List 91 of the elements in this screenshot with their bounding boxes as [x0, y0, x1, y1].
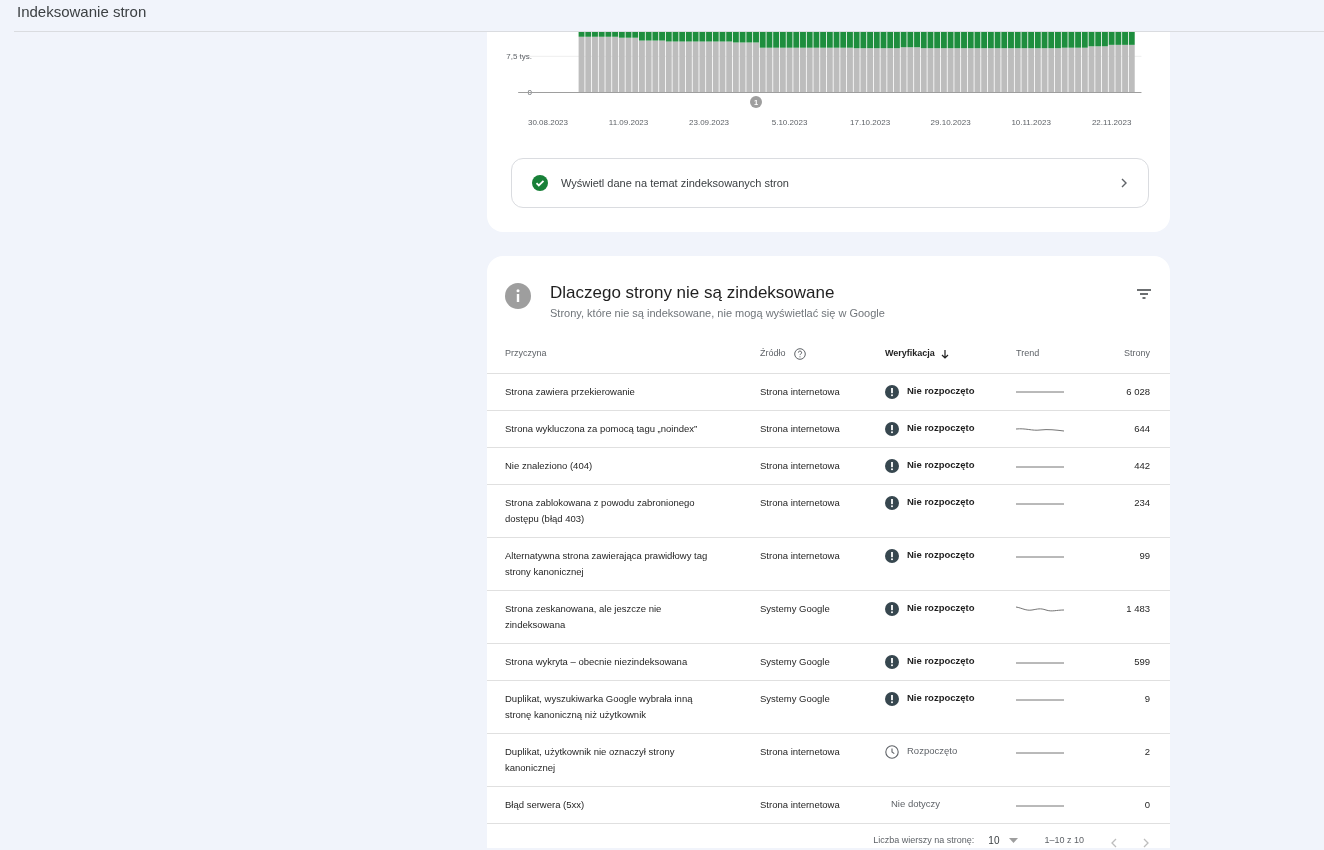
pages-count: 6 028 [1126, 385, 1150, 397]
pages-count: 599 [1134, 655, 1150, 667]
info-icon [505, 283, 531, 309]
reason-text: Nie znaleziono (404) [505, 458, 594, 473]
reason-text: Duplikat, użytkownik nie oznaczył strony kanonicznej [505, 744, 676, 775]
exclamation-circle-icon [885, 691, 899, 706]
exclamation-circle-icon [885, 654, 899, 669]
sort-down-arrow-icon [940, 349, 949, 359]
x-tick-label: 5.10.2023 [771, 118, 808, 127]
exclamation-circle-icon [885, 384, 899, 399]
exclamation-circle-icon [885, 458, 899, 473]
table-row[interactable]: Strona zeskanowana, ale jeszcze nie zindeksowana Systemy Google Nie rozpoczęto 1 483 [487, 590, 1170, 644]
check-circle-icon [532, 175, 548, 191]
reason-text: Strona zablokowana z powodu zabronionego dostępu (błąd 403) [505, 495, 696, 526]
x-tick-label: 23.09.2023 [689, 118, 730, 127]
card-title: Dlaczego strony nie są zindeksowane [550, 282, 836, 304]
filter-icon [1137, 289, 1151, 299]
table-row[interactable]: Strona zawiera przekierowanie Strona internetowa Nie rozpoczęto 6 028 [487, 373, 1170, 411]
table-row[interactable]: Błąd serwera (5xx) Strona internetowa Nie dotyczy 0 [487, 786, 1170, 824]
chevron-right-icon [1120, 178, 1128, 188]
table-row[interactable]: Strona wykryta – obecnie niezindeksowana Systemy Google Nie rozpoczęto 599 [487, 643, 1170, 681]
source-text: Systemy Google [760, 692, 830, 704]
reason-text: Strona zawiera przekierowanie [505, 384, 636, 399]
source-text: Strona internetowa [760, 496, 840, 508]
pages-count: 2 [1144, 745, 1150, 757]
column-header[interactable]: Weryfikacja [885, 347, 935, 361]
x-tick-label: 11.09.2023 [608, 118, 649, 127]
exclamation-circle-icon [885, 421, 899, 436]
filter-button[interactable] [1136, 288, 1152, 300]
source-text: Strona internetowa [760, 459, 840, 471]
verification-status: Nie rozpoczęto [907, 384, 975, 399]
dropdown-caret-icon [1009, 837, 1019, 843]
table-row[interactable]: Nie znaleziono (404) Strona internetowa Nie rozpoczęto 442 [487, 447, 1170, 485]
rows-per-page-label: Liczba wierszy na stronę: [873, 834, 975, 847]
verification-status: Nie dotyczy [891, 797, 941, 812]
pages-count: 0 [1144, 798, 1150, 810]
column-header: Przyczyna [505, 347, 547, 361]
y-tick-label: 7,5 tys. [506, 52, 532, 62]
source-text: Strona internetowa [760, 385, 840, 397]
verification-status: Rozpoczęto [907, 744, 958, 759]
source-text: Strona internetowa [760, 549, 840, 561]
verification-status: Nie rozpoczęto [907, 601, 975, 616]
pages-count: 9 [1144, 692, 1150, 704]
clock-icon [885, 744, 899, 759]
x-tick-label: 22.11.2023 [1091, 118, 1132, 127]
verification-status: Nie rozpoczęto [907, 654, 975, 669]
pages-count: 442 [1134, 459, 1150, 471]
column-header: Strony [1124, 347, 1150, 361]
chevron-right-icon [1143, 837, 1150, 848]
source-text: Strona internetowa [760, 422, 840, 434]
verification-status: Nie rozpoczęto [907, 421, 975, 436]
x-tick-label: 30.08.2023 [528, 118, 568, 127]
x-tick-label: 17.10.2023 [850, 118, 891, 127]
column-header: Źródło [760, 347, 786, 361]
verification-status: Nie rozpoczęto [907, 548, 975, 563]
table-row[interactable]: Strona wykluczona za pomocą tagu „noindex” Strona internetowa Nie rozpoczęto 644 [487, 410, 1170, 448]
source-text: Systemy Google [760, 655, 830, 667]
x-tick-label: 10.11.2023 [1011, 118, 1051, 127]
table-row[interactable]: Strona zablokowana z powodu zabronionego dostępu (błąd 403) Strona internetowa Nie rozpoczęto 234 [487, 484, 1170, 538]
source-text: Strona internetowa [760, 745, 840, 757]
exclamation-circle-icon [885, 495, 899, 510]
column-header: Trend [1016, 347, 1040, 361]
reason-text: Alternatywna strona zawierająca prawidłowy tag strony kanonicznej [505, 548, 709, 579]
rows-per-page-dropdown[interactable]: 10 [988, 832, 1019, 848]
table-row[interactable]: Duplikat, wyszukiwarka Google wybrała inną stronę kanoniczną niż użytkownik Systemy Google Nie rozpoczęto 9 [487, 680, 1170, 734]
reason-text: Strona wykryta – obecnie niezindeksowana [505, 654, 689, 669]
table-row[interactable]: Alternatywna strona zawierająca prawidłowy tag strony kanonicznej Strona internetowa Nie rozpoczęto 99 [487, 537, 1170, 591]
source-text: Strona internetowa [760, 798, 840, 810]
exclamation-circle-icon [885, 601, 899, 616]
reason-text: Strona zeskanowana, ale jeszcze nie zindeksowana [505, 601, 663, 632]
source-text: Systemy Google [760, 602, 830, 614]
pages-count: 644 [1134, 422, 1150, 434]
reason-text: Duplikat, wyszukiwarka Google wybrała inną stronę kanoniczną niż użytkownik [505, 691, 694, 722]
card-subtitle: Strony, które nie są indeksowane, nie mogą wyświetlać się w Google [550, 306, 886, 321]
indexed-pages-link[interactable]: Wyświetl dane na temat zindeksowanych stron [511, 158, 1149, 208]
pages-count: 99 [1139, 549, 1150, 561]
trend-sparkline [1016, 604, 1064, 613]
pages-count: 234 [1134, 496, 1150, 508]
verification-status: Nie rozpoczęto [907, 458, 975, 473]
verification-status: Nie rozpoczęto [907, 691, 975, 706]
reason-text: Błąd serwera (5xx) [505, 797, 586, 812]
chevron-left-icon [1110, 837, 1117, 848]
exclamation-circle-icon [885, 548, 899, 563]
table-row[interactable]: Duplikat, użytkownik nie oznaczył strony kanonicznej Strona internetowa Rozpoczęto 2 [487, 733, 1170, 787]
verification-status: Nie rozpoczęto [907, 495, 975, 510]
page-range: 1–10 z 10 [1044, 834, 1084, 847]
help-icon[interactable] [793, 348, 806, 360]
page-title: Indeksowanie stron [17, 2, 147, 22]
pages-count: 1 483 [1126, 602, 1150, 614]
reason-text: Strona wykluczona za pomocą tagu „noindex” [505, 421, 699, 436]
x-tick-label: 29.10.2023 [930, 118, 971, 127]
